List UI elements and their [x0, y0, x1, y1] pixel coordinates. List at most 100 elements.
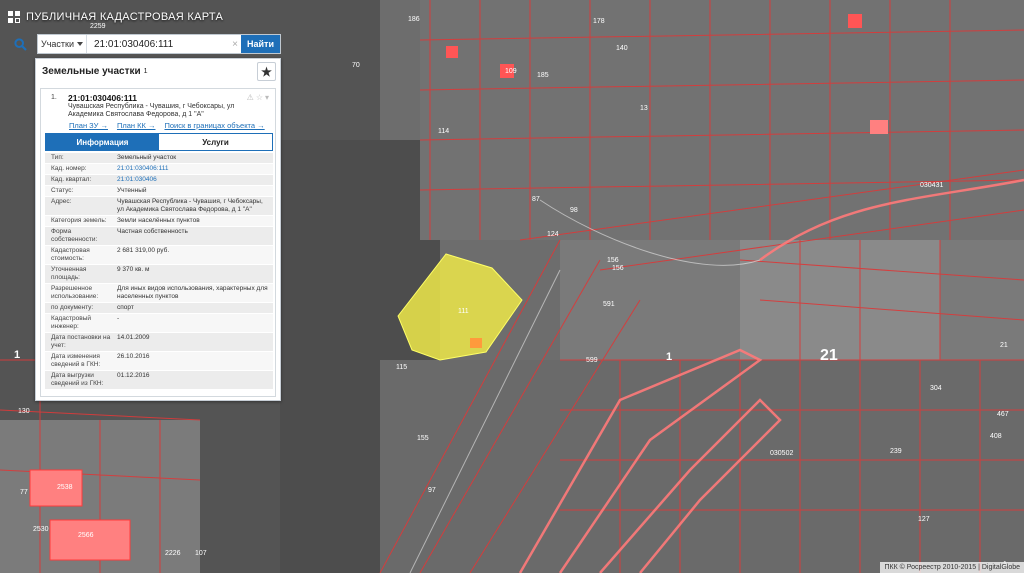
info-row-value: Учтенный — [117, 187, 147, 194]
favorites-button[interactable]: ★ — [257, 62, 276, 81]
parcel-number-label: 178 — [593, 18, 605, 25]
clear-icon[interactable]: × — [229, 39, 241, 50]
rosreestr-logo-icon — [8, 11, 20, 23]
star-icon: ★ — [261, 64, 272, 79]
parcel-number-label: 21 — [1000, 342, 1008, 349]
parcel-number-label: 97 — [428, 487, 436, 494]
info-row-value: Земли населённых пунктов — [117, 217, 200, 224]
parcel-number-label: 591 — [603, 301, 615, 308]
info-row: Статус: Учтенный — [45, 186, 273, 197]
info-row: Дата постановки на учет: 14.01.2009 — [45, 333, 273, 352]
parcel-number-label: 408 — [990, 433, 1002, 440]
search-toggle-button[interactable] — [8, 34, 32, 54]
card-tabs: Информация Услуги — [45, 133, 273, 151]
copyright-text: ПКК © Росреестр 2010-2015 | DigitalGlobe — [884, 564, 1020, 571]
info-row: Форма собственности: Частная собственност… — [45, 227, 273, 246]
search-in-bounds-link[interactable]: Поиск в границах объекта → — [164, 121, 264, 130]
info-row-value: Частная собственность — [117, 228, 188, 235]
district-label-1b: 1 — [666, 351, 672, 363]
info-row: Дата изменения сведений в ГКН: 26.10.2016 — [45, 352, 273, 371]
parcel-number-label: 2530 — [33, 526, 49, 533]
chevron-down-icon — [77, 42, 83, 46]
parcel-number-label: 127 — [918, 516, 930, 523]
info-row: Категория земель: Земли населённых пункто… — [45, 216, 273, 227]
app-header: ПУБЛИЧНАЯ КАДАСТРОВАЯ КАРТА — [8, 9, 223, 25]
info-row-value: 26.10.2016 — [117, 353, 150, 360]
info-row-key: Статус: — [51, 187, 74, 194]
info-row: Кадастровый инженер: - — [45, 314, 273, 333]
district-label-21: 21 — [820, 347, 838, 364]
parcel-number-label: 2226 — [165, 550, 181, 557]
find-button[interactable]: Найти — [241, 35, 280, 53]
card-cadastral-number[interactable]: 21:01:030406:111 — [68, 93, 137, 103]
parcel-number-label: 98 — [570, 207, 578, 214]
info-row-key: Форма собственности: — [51, 228, 98, 243]
info-row-key: Адрес: — [51, 198, 72, 205]
results-header: Земельные участки 1 ★ — [36, 59, 280, 83]
card-index: 1. — [51, 94, 57, 101]
info-row-value: Для иных видов использования, характерны… — [117, 285, 268, 300]
parcel-number-label: 87 — [532, 196, 540, 203]
object-type-select[interactable]: Участки — [38, 35, 87, 53]
collapse-icon[interactable]: ▾ — [265, 93, 269, 102]
parcel-number-label: 2566 — [78, 532, 94, 539]
parcel-number-label: 140 — [616, 45, 628, 52]
info-row-value: спорт — [117, 304, 134, 311]
info-row: Кад. квартал: 21:01:030406 — [45, 175, 273, 186]
parcel-number-label: 77 — [20, 489, 28, 496]
quarter-label-030502: 030502 — [770, 450, 793, 457]
card-address: Чувашская Республика - Чувашия, г Чебокс… — [68, 103, 235, 118]
star-outline-icon[interactable]: ☆ — [256, 93, 263, 102]
info-row-key: по документу: — [51, 304, 94, 311]
tab-services[interactable]: Услуги — [159, 134, 272, 150]
parcel-number-label: 156 — [607, 257, 619, 264]
parcel-number-label: 186 — [408, 16, 420, 23]
parcel-number-label: 155 — [417, 435, 429, 442]
quarter-label-030431: 030431 — [920, 182, 943, 189]
app-title: ПУБЛИЧНАЯ КАДАСТРОВАЯ КАРТА — [26, 11, 224, 23]
info-row-value[interactable]: 21:01:030406 — [115, 175, 273, 185]
info-row-value: Чувашская Республика - Чувашия, г Чебокс… — [117, 198, 263, 213]
info-row-key: Дата изменения сведений в ГКН: — [51, 353, 101, 368]
parcel-number-label: 130 — [18, 408, 30, 415]
info-row: Разрешенное использование: Для иных видов… — [45, 284, 273, 303]
info-row: Адрес: Чувашская Республика - Чувашия, г … — [45, 197, 273, 216]
parcel-number-label: 304 — [930, 385, 942, 392]
parcel-card: 1. 21:01:030406:111 ⚠ ☆ ▾ Чувашская Респ… — [40, 88, 276, 397]
plan-kk-link[interactable]: План КК → — [117, 121, 156, 130]
info-row: Кадастровая стоимость: 2 681 319,00 руб. — [45, 246, 273, 265]
info-row-value: 01.12.2016 — [117, 372, 150, 379]
info-row: Уточненная площадь: 9 370 кв. м — [45, 265, 273, 284]
parcel-number-label: 239 — [890, 448, 902, 455]
card-links: План ЗУ → План КК → Поиск в границах объ… — [69, 121, 265, 130]
info-row-key: Разрешенное использование: — [51, 285, 99, 300]
search-input[interactable] — [87, 35, 229, 53]
parcel-number-label: 109 — [505, 68, 517, 75]
parcel-number-label: 107 — [195, 550, 207, 557]
warning-icon[interactable]: ⚠ — [247, 93, 254, 102]
parcel-number-label: 156 — [612, 265, 624, 272]
parcel-number-label: 2538 — [57, 484, 73, 491]
parcel-number-label: 124 — [547, 231, 559, 238]
plan-zu-link[interactable]: План ЗУ → — [69, 121, 108, 130]
info-row-key: Категория земель: — [51, 217, 107, 224]
copyright-bar: ПКК © Росреестр 2010-2015 | DigitalGlobe — [880, 562, 1024, 573]
info-row: Кад. номер: 21:01:030406:111 — [45, 164, 273, 175]
results-title: Земельные участки — [42, 65, 141, 77]
search-bar: Участки × Найти — [37, 34, 281, 54]
info-row-key: Уточненная площадь: — [51, 266, 87, 281]
search-icon — [13, 37, 27, 51]
card-actions: ⚠ ☆ ▾ — [247, 93, 269, 102]
info-row-key: Кадастровый инженер: — [51, 315, 92, 330]
tab-information[interactable]: Информация — [46, 134, 159, 150]
results-count: 1 — [143, 67, 148, 75]
results-panel: Земельные участки 1 ★ 1. 21:01:030406:11… — [35, 58, 281, 401]
object-type-selected: Участки — [41, 39, 74, 49]
parcel-number-label: 467 — [997, 411, 1009, 418]
info-row: Тип: Земельный участок — [45, 153, 273, 164]
selected-parcel-label: 111 — [458, 308, 469, 315]
info-row-value: 9 370 кв. м — [117, 266, 150, 273]
info-row-value[interactable]: 21:01:030406:111 — [115, 164, 273, 174]
district-label-1: 1 — [14, 349, 20, 361]
info-row: по документу: спорт — [45, 303, 273, 314]
